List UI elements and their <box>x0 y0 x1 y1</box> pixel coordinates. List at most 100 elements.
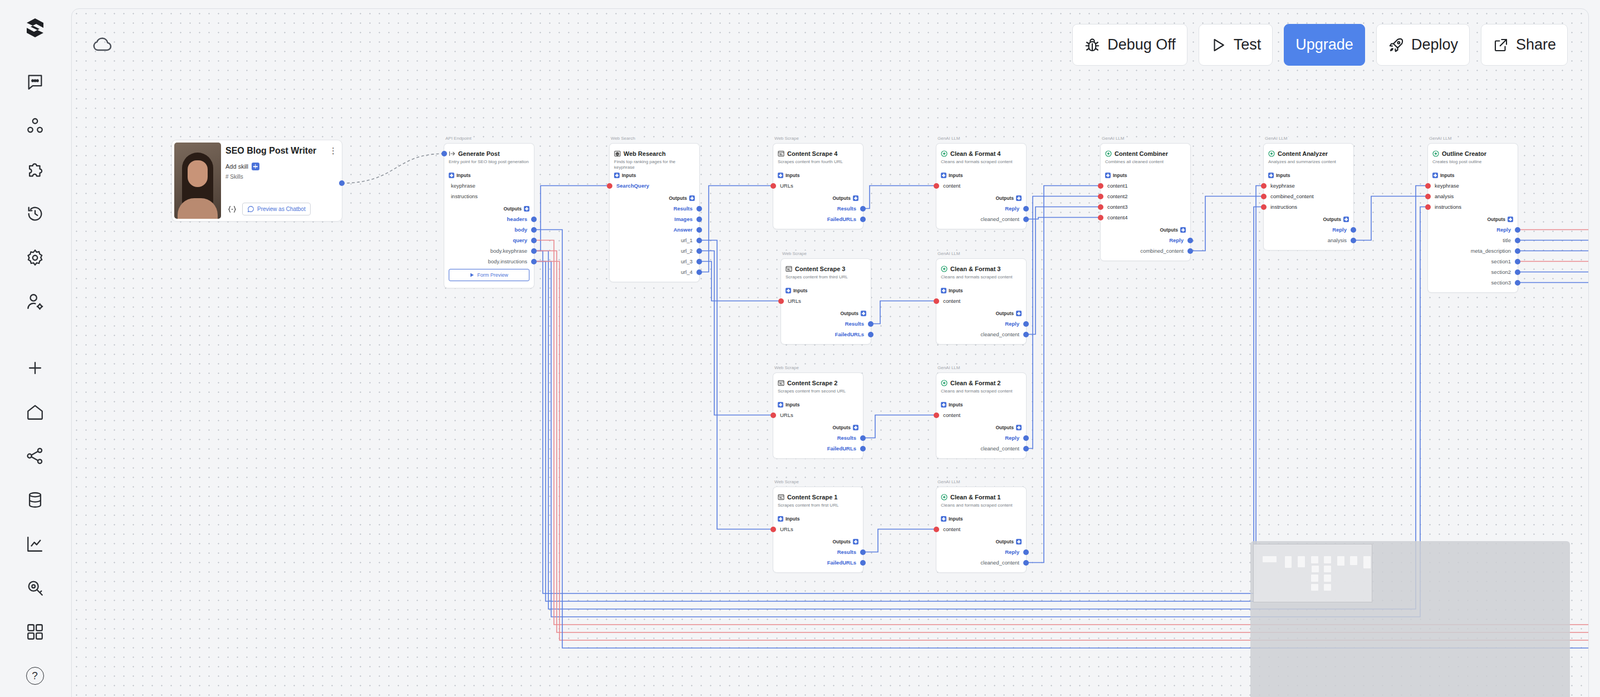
output-port[interactable]: analysis <box>1263 234 1354 246</box>
help-button[interactable]: ? <box>18 653 52 697</box>
edge[interactable] <box>699 251 774 416</box>
add-input-icon[interactable] <box>1432 172 1438 179</box>
output-port[interactable]: cleaned_content <box>936 557 1027 568</box>
sidebar-item[interactable] <box>18 477 52 522</box>
input-port[interactable]: URLs <box>773 180 863 191</box>
workflow-node[interactable]: Web Scrape Content Scrape 3 Scrapes cont… <box>781 258 871 345</box>
output-port[interactable]: body <box>444 224 534 235</box>
output-dot[interactable] <box>696 237 703 244</box>
sidebar-item[interactable] <box>18 389 52 434</box>
output-port[interactable]: Results <box>773 432 863 444</box>
edge[interactable] <box>862 415 937 439</box>
output-dot[interactable] <box>531 248 537 254</box>
output-port[interactable]: Reply <box>1100 234 1191 246</box>
workflow-node[interactable]: Web Scrape Content Scrape 2 Scrapes cont… <box>773 372 863 459</box>
workflow-node[interactable]: GenAI LLM Outline Creator Creates blog p… <box>1427 143 1518 293</box>
output-port[interactable]: Images <box>609 213 700 225</box>
edge[interactable] <box>870 301 937 325</box>
output-dot[interactable] <box>1350 237 1357 244</box>
input-dot[interactable] <box>1097 214 1104 221</box>
output-dot[interactable] <box>1023 321 1029 327</box>
add-output-icon[interactable] <box>1180 227 1186 233</box>
edge[interactable] <box>699 240 774 530</box>
workflow-node[interactable]: GenAI LLM Content Combiner Combines all … <box>1100 143 1191 261</box>
form-preview-button[interactable]: Form Preview <box>448 268 530 282</box>
preview-chatbot-button[interactable]: Preview as Chatbot <box>242 202 311 216</box>
input-dot[interactable] <box>933 412 940 419</box>
edge[interactable] <box>699 261 782 302</box>
sidebar-item[interactable] <box>18 59 52 104</box>
add-output-icon[interactable] <box>1016 424 1022 431</box>
agent-card[interactable]: SEO Blog Post Writer ⋮ Add skill # Skill… <box>172 140 342 222</box>
workflow-node[interactable]: Web Scrape Content Scrape 1 Scrapes cont… <box>773 487 863 573</box>
add-input-icon[interactable] <box>940 287 947 294</box>
input-dot[interactable] <box>1097 204 1104 210</box>
input-dot[interactable] <box>1097 183 1104 189</box>
input-port[interactable]: URLs <box>773 523 863 535</box>
add-input-icon[interactable] <box>777 516 784 522</box>
input-port[interactable]: URLs <box>773 409 863 421</box>
output-port[interactable]: Reply <box>1263 224 1354 235</box>
output-dot[interactable] <box>860 560 866 566</box>
output-dot[interactable] <box>867 321 874 327</box>
workflow-node[interactable]: Web Scrape Content Scrape 4 Scrapes cont… <box>773 143 863 229</box>
sidebar-item[interactable] <box>18 279 52 324</box>
add-output-icon[interactable] <box>1016 538 1022 545</box>
add-input-icon[interactable] <box>777 172 784 179</box>
output-dot[interactable] <box>860 205 866 212</box>
input-dot[interactable] <box>933 183 940 189</box>
sidebar-item[interactable] <box>18 235 52 280</box>
output-port[interactable]: Reply <box>936 318 1027 330</box>
output-port[interactable]: FailedURLs <box>773 213 863 225</box>
edge[interactable] <box>1517 239 1589 242</box>
sidebar-item[interactable] <box>18 345 52 390</box>
input-dot[interactable] <box>933 526 940 533</box>
output-port[interactable]: cleaned_content <box>936 443 1027 454</box>
output-port[interactable]: Results <box>609 203 700 214</box>
edge[interactable] <box>1026 207 1101 335</box>
cloud-status[interactable] <box>91 33 114 56</box>
input-port[interactable]: content <box>936 409 1027 421</box>
output-port[interactable]: url_3 <box>609 256 700 267</box>
input-port[interactable]: URLs <box>781 295 871 307</box>
input-dot[interactable] <box>1425 183 1431 189</box>
sidebar-item[interactable] <box>18 147 52 192</box>
test-button[interactable]: Test <box>1198 23 1274 66</box>
output-dot[interactable] <box>1514 248 1521 254</box>
input-dot[interactable] <box>770 412 777 419</box>
output-dot[interactable] <box>1514 258 1521 265</box>
output-dot[interactable] <box>1514 280 1521 286</box>
edge[interactable] <box>1026 217 1101 220</box>
output-dot[interactable] <box>1187 237 1194 244</box>
edge[interactable] <box>1517 229 1589 231</box>
output-dot[interactable] <box>531 216 537 223</box>
input-port[interactable]: content <box>936 523 1027 535</box>
output-dot[interactable] <box>696 227 703 233</box>
edge[interactable] <box>1026 196 1101 449</box>
agent-output-port[interactable] <box>339 180 345 186</box>
input-port[interactable]: instructions <box>1263 201 1354 213</box>
minimap[interactable] <box>1250 541 1570 697</box>
output-port[interactable]: FailedURLs <box>773 557 863 568</box>
input-dot[interactable] <box>933 298 940 304</box>
workflow-node[interactable]: Web Search Web Research Finds top rankin… <box>609 143 700 282</box>
output-dot[interactable] <box>1023 445 1029 452</box>
input-dot[interactable] <box>606 183 613 189</box>
input-port[interactable]: keyphrase <box>1427 180 1518 191</box>
workflow-node[interactable]: GenAI LLM Clean & Format 4 Cleans and fo… <box>936 143 1027 229</box>
logo[interactable] <box>23 16 47 39</box>
output-port[interactable]: section1 <box>1427 256 1518 267</box>
input-port[interactable]: instructions <box>1427 201 1518 213</box>
input-port[interactable]: SearchQuery <box>609 180 700 191</box>
output-port[interactable]: Reply <box>1427 224 1518 235</box>
output-port[interactable]: cleaned_content <box>936 329 1027 340</box>
input-port[interactable]: content <box>936 295 1027 307</box>
output-port[interactable]: query <box>444 234 534 246</box>
output-dot[interactable] <box>1187 248 1194 254</box>
output-dot[interactable] <box>531 227 537 233</box>
add-input-icon[interactable] <box>1268 172 1274 179</box>
add-output-icon[interactable] <box>523 205 530 212</box>
input-port[interactable]: keyphrase <box>444 180 534 191</box>
add-output-icon[interactable] <box>852 538 859 545</box>
input-port[interactable]: content3 <box>1100 201 1191 213</box>
